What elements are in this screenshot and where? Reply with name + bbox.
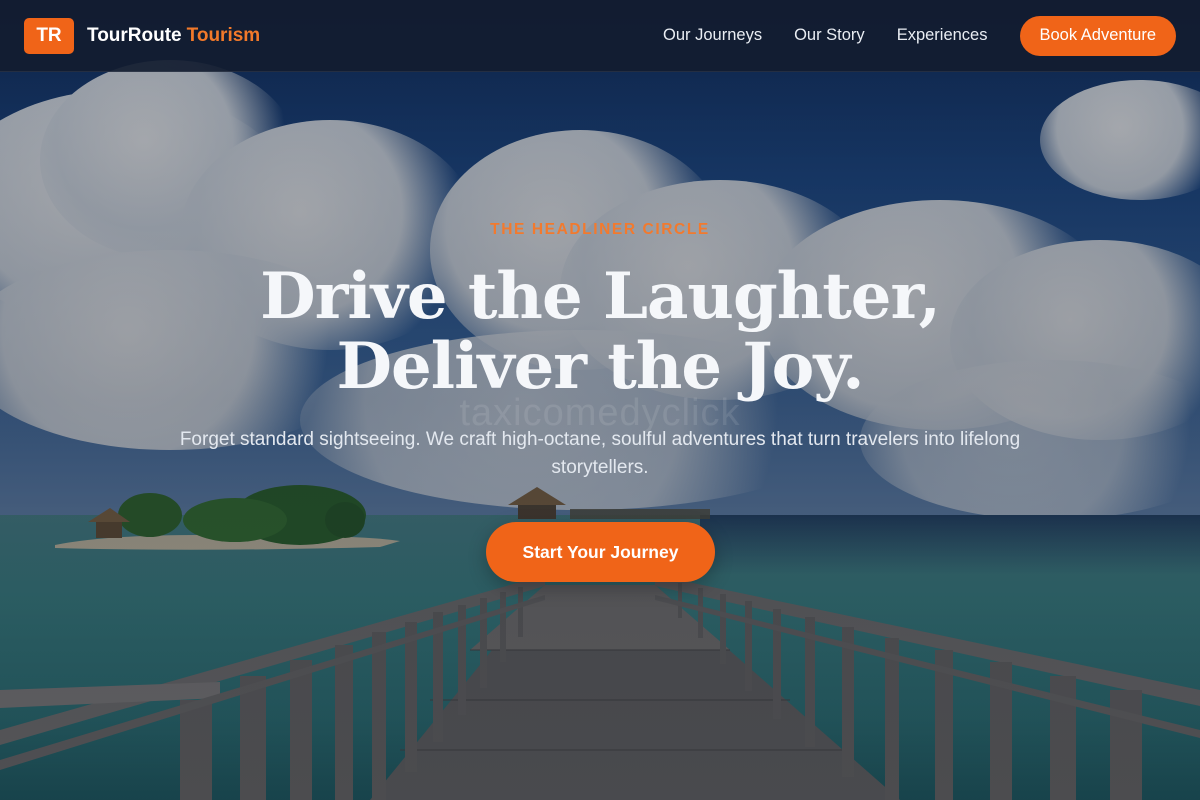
start-your-journey-button[interactable]: Start Your Journey [486, 522, 715, 582]
hero-kicker: THE HEADLINER CIRCLE [490, 221, 710, 238]
hero-headline-line-2: Deliver the Joy. [336, 329, 865, 404]
hero-headline: Drive the Laughter, Deliver the Joy. [0, 262, 1200, 402]
hero-section: THE HEADLINER CIRCLE Drive the Laughter,… [0, 0, 1200, 800]
hero-headline-line-1: Drive the Laughter, [260, 259, 941, 334]
hero-subheadline: Forget standard sightseeing. We craft hi… [179, 429, 1021, 478]
